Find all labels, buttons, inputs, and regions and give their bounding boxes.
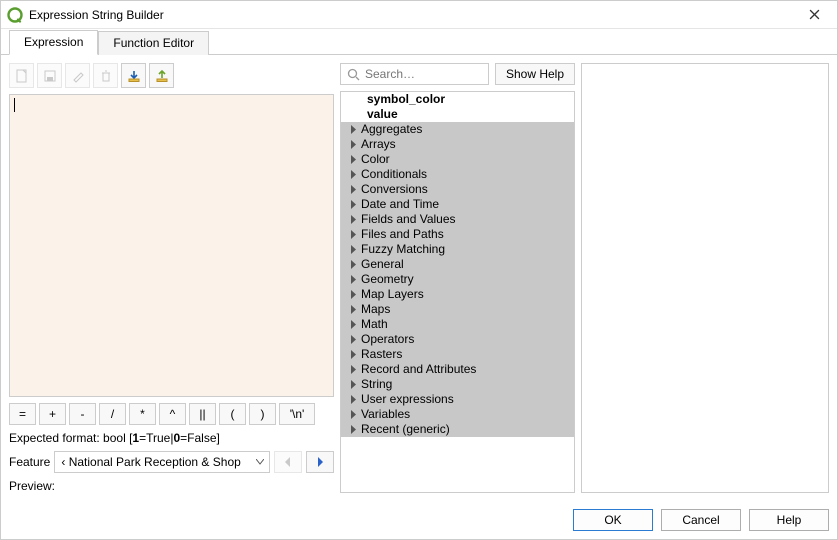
feature-label: Feature — [9, 455, 50, 469]
help-panel — [581, 63, 829, 493]
tree-cat-rasters[interactable]: Rasters — [341, 347, 574, 362]
tree-item-value[interactable]: value — [341, 107, 574, 122]
tree-cat-aggregates[interactable]: Aggregates — [341, 122, 574, 137]
tree-cat-general[interactable]: General — [341, 257, 574, 272]
tree-cat-color[interactable]: Color — [341, 152, 574, 167]
tree-cat-string[interactable]: String — [341, 377, 574, 392]
op-concat[interactable]: || — [189, 403, 216, 425]
toolbar-delete-icon[interactable] — [93, 63, 118, 88]
tab-function-editor[interactable]: Function Editor — [98, 31, 209, 55]
op-div[interactable]: / — [99, 403, 126, 425]
chevron-right-icon — [347, 320, 359, 329]
tree-cat-arrays[interactable]: Arrays — [341, 137, 574, 152]
chevron-right-icon — [347, 230, 359, 239]
chevron-right-icon — [347, 350, 359, 359]
chevron-right-icon — [347, 365, 359, 374]
tree-cat-maplayers[interactable]: Map Layers — [341, 287, 574, 302]
op-mul[interactable]: * — [129, 403, 156, 425]
expression-editor[interactable] — [9, 94, 334, 397]
chevron-right-icon — [347, 185, 359, 194]
text-cursor — [14, 98, 15, 112]
op-minus[interactable]: - — [69, 403, 96, 425]
chevron-right-icon — [347, 335, 359, 344]
expected-format: Expected format: bool [1=True|0=False] — [9, 431, 334, 445]
toolbar-new-icon[interactable] — [9, 63, 34, 88]
op-eq[interactable]: = — [9, 403, 36, 425]
search-icon — [347, 68, 360, 81]
tab-expression[interactable]: Expression — [9, 30, 98, 55]
op-plus[interactable]: + — [39, 403, 66, 425]
feature-prev-button[interactable] — [274, 451, 302, 473]
op-rparen[interactable]: ) — [249, 403, 276, 425]
toolbar-save-icon[interactable] — [37, 63, 62, 88]
feature-select-value: ‹ National Park Reception & Shop — [61, 455, 240, 469]
op-lparen[interactable]: ( — [219, 403, 246, 425]
feature-select[interactable]: ‹ National Park Reception & Shop — [54, 451, 270, 473]
chevron-right-icon — [347, 215, 359, 224]
chevron-right-icon — [347, 125, 359, 134]
tree-cat-conversions[interactable]: Conversions — [341, 182, 574, 197]
chevron-right-icon — [347, 260, 359, 269]
chevron-right-icon — [347, 140, 359, 149]
tree-cat-userexp[interactable]: User expressions — [341, 392, 574, 407]
cancel-button[interactable]: Cancel — [661, 509, 741, 531]
operator-row: = + - / * ^ || ( ) '\n' — [9, 403, 334, 425]
op-newline[interactable]: '\n' — [279, 403, 315, 425]
tree-cat-recent[interactable]: Recent (generic) — [341, 422, 574, 437]
app-icon — [7, 7, 23, 23]
tab-bar: Expression Function Editor — [1, 29, 837, 55]
op-pow[interactable]: ^ — [159, 403, 186, 425]
chevron-right-icon — [347, 245, 359, 254]
toolbar-import-icon[interactable] — [121, 63, 146, 88]
tree-cat-variables[interactable]: Variables — [341, 407, 574, 422]
preview-label: Preview: — [9, 479, 334, 493]
chevron-right-icon — [347, 170, 359, 179]
window-title: Expression String Builder — [29, 8, 797, 22]
search-placeholder: Search… — [365, 67, 415, 81]
chevron-down-icon — [253, 459, 267, 465]
chevron-right-icon — [347, 425, 359, 434]
chevron-right-icon — [347, 380, 359, 389]
function-tree[interactable]: symbol_color value Aggregates Arrays Col… — [340, 91, 575, 493]
tree-cat-geometry[interactable]: Geometry — [341, 272, 574, 287]
tree-cat-operators[interactable]: Operators — [341, 332, 574, 347]
tree-cat-fuzzy[interactable]: Fuzzy Matching — [341, 242, 574, 257]
tree-cat-maps[interactable]: Maps — [341, 302, 574, 317]
chevron-right-icon — [347, 155, 359, 164]
toolbar-edit-icon[interactable] — [65, 63, 90, 88]
tree-cat-fields[interactable]: Fields and Values — [341, 212, 574, 227]
tree-cat-record[interactable]: Record and Attributes — [341, 362, 574, 377]
chevron-right-icon — [347, 200, 359, 209]
chevron-right-icon — [347, 290, 359, 299]
toolbar-export-icon[interactable] — [149, 63, 174, 88]
tree-cat-math[interactable]: Math — [341, 317, 574, 332]
tree-item-symbol-color[interactable]: symbol_color — [341, 92, 574, 107]
chevron-right-icon — [347, 410, 359, 419]
feature-next-button[interactable] — [306, 451, 334, 473]
tree-cat-conditionals[interactable]: Conditionals — [341, 167, 574, 182]
help-button[interactable]: Help — [749, 509, 829, 531]
close-button[interactable] — [797, 1, 831, 28]
ok-button[interactable]: OK — [573, 509, 653, 531]
chevron-right-icon — [347, 305, 359, 314]
chevron-right-icon — [347, 275, 359, 284]
editor-toolbar — [9, 63, 334, 88]
chevron-right-icon — [347, 395, 359, 404]
show-help-button[interactable]: Show Help — [495, 63, 575, 85]
tree-cat-datetime[interactable]: Date and Time — [341, 197, 574, 212]
tree-cat-files[interactable]: Files and Paths — [341, 227, 574, 242]
search-input[interactable]: Search… — [340, 63, 489, 85]
